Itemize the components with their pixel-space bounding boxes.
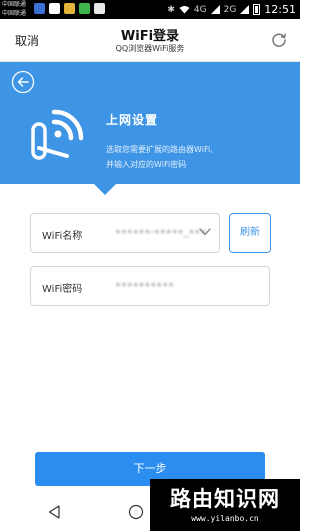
banner-title: 上网设置 bbox=[106, 113, 159, 127]
cell-signal-icon bbox=[210, 5, 220, 14]
notification-icons bbox=[34, 3, 105, 14]
wechat-notification-icon bbox=[79, 3, 90, 14]
app-header: 取消 WiFi登录 QQ浏览器WiFi服务 bbox=[0, 19, 300, 62]
wifi-password-label: WiFi密码 bbox=[42, 284, 83, 295]
setup-banner: 上网设置 选取您需要扩展的路由器WiFi, 并输入对应的WiFi密码 bbox=[0, 62, 300, 184]
wifi-ssid-label: WiFi名称 bbox=[42, 231, 83, 242]
refresh-icon[interactable] bbox=[271, 32, 287, 48]
page-title: WiFi登录 bbox=[120, 29, 180, 44]
carrier-label-1: 中国联通 bbox=[2, 1, 27, 8]
back-arrow-icon[interactable] bbox=[11, 70, 35, 94]
carrier-label-2: 中国联通 bbox=[2, 10, 27, 17]
nav-home-icon[interactable] bbox=[128, 504, 144, 520]
wifi-password-value[interactable]: •••••••••• bbox=[115, 280, 174, 291]
gallery-notification-icon bbox=[49, 3, 60, 14]
status-time: 12:51 bbox=[264, 3, 296, 16]
app-notification-icon bbox=[34, 3, 45, 14]
refresh-list-button[interactable]: 刷新 bbox=[229, 213, 271, 253]
router-icon bbox=[31, 109, 84, 160]
watermark-url: www.yilanbo.cn bbox=[191, 514, 259, 523]
status-bar: 中国联通 中国联通 ✱ 4G 2G 12:51 bbox=[0, 0, 300, 19]
game-notification-icon bbox=[64, 3, 75, 14]
page-subtitle: QQ浏览器WiFi服务 bbox=[115, 44, 185, 53]
banner-pointer bbox=[94, 184, 116, 195]
status-right: ✱ 4G 2G 12:51 bbox=[167, 3, 296, 16]
watermark-title: 路由知识网 bbox=[170, 487, 280, 511]
banner-desc-line-2: 并输入对应的WiFi密码 bbox=[106, 160, 187, 169]
battery-icon bbox=[253, 4, 261, 15]
watermark: 路由知识网 www.yilanbo.cn bbox=[150, 479, 300, 531]
banner-desc-line-1: 选取您需要扩展的路由器WiFi, bbox=[106, 145, 213, 154]
message-notification-icon bbox=[94, 3, 105, 14]
wifi-signal-icon bbox=[179, 6, 190, 14]
cell-signal-icon-2 bbox=[240, 5, 250, 14]
chevron-down-icon bbox=[199, 228, 211, 236]
nav-back-icon[interactable] bbox=[48, 505, 60, 519]
network-2g-label: 2G bbox=[223, 4, 237, 15]
network-4g-label: 4G bbox=[193, 4, 207, 15]
wifi-password-field[interactable]: WiFi密码 •••••••••• bbox=[30, 266, 270, 306]
wifi-ssid-value: ••••••-•••••_••• bbox=[115, 227, 207, 238]
bluetooth-icon: ✱ bbox=[167, 4, 175, 15]
wifi-ssid-select[interactable]: WiFi名称 ••••••-•••••_••• bbox=[30, 213, 220, 253]
banner-description: 选取您需要扩展的路由器WiFi, 并输入对应的WiFi密码 bbox=[106, 142, 294, 172]
